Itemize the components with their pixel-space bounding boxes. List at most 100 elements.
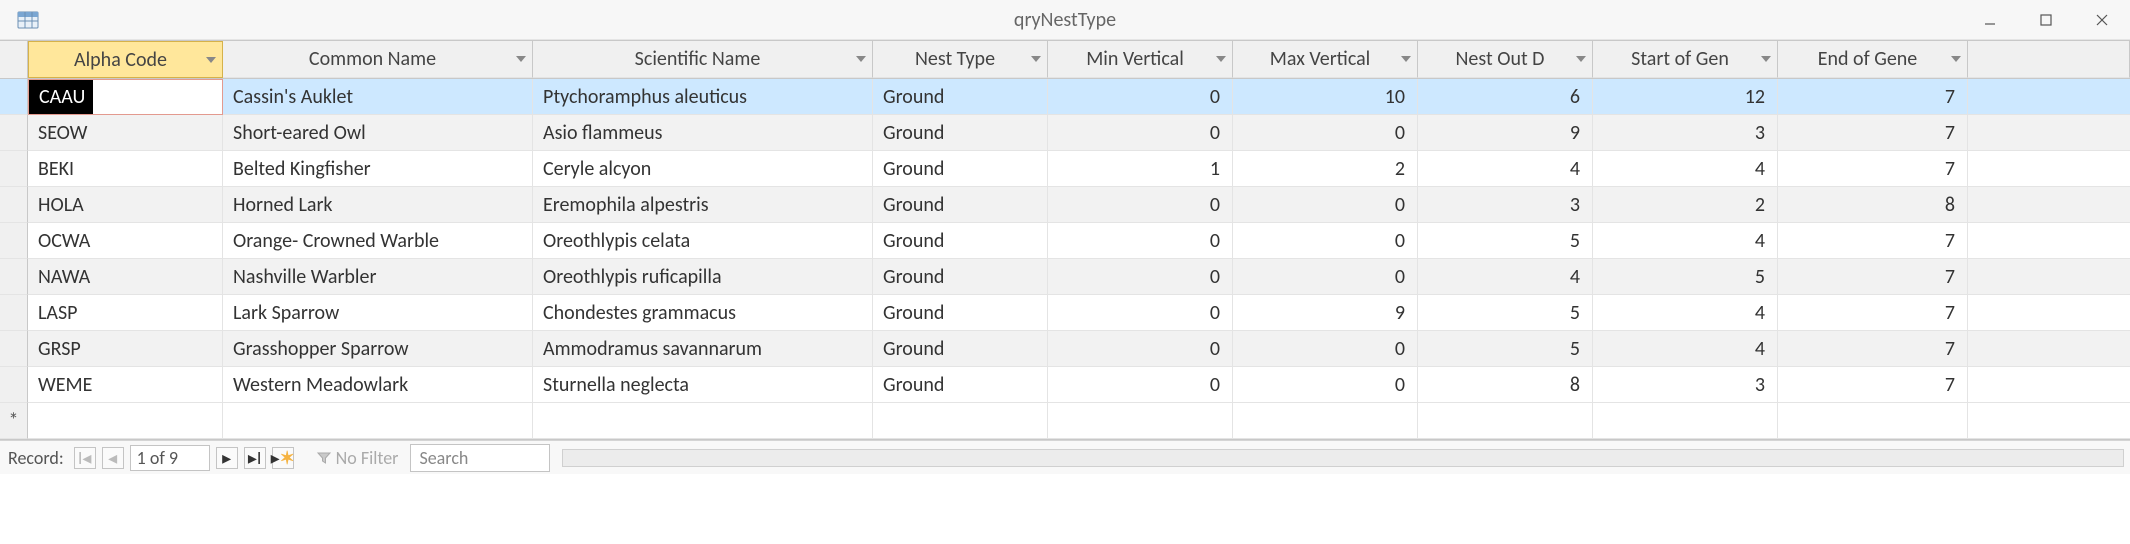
cell-min-vertical[interactable]: 0	[1048, 79, 1233, 115]
cell-common-name[interactable]: Lark Sparrow	[223, 295, 533, 331]
col-header-min-vertical[interactable]: Min Vertical	[1048, 41, 1233, 78]
row-selector[interactable]	[0, 295, 28, 331]
cell-nest-out-d[interactable]: 8	[1418, 367, 1593, 403]
maximize-button[interactable]	[2018, 0, 2074, 40]
cell-nest-out-d[interactable]: 4	[1418, 259, 1593, 295]
cell-end-of-gene[interactable]: 7	[1778, 79, 1968, 115]
table-row[interactable]: GRSPGrasshopper SparrowAmmodramus savann…	[0, 331, 2130, 367]
col-header-max-vertical[interactable]: Max Vertical	[1233, 41, 1418, 78]
cell-alpha-code[interactable]: NAWA	[28, 259, 223, 295]
col-header-common-name[interactable]: Common Name	[223, 41, 533, 78]
cell-max-vertical[interactable]: 9	[1233, 295, 1418, 331]
table-row[interactable]: WEMEWestern MeadowlarkSturnella neglecta…	[0, 367, 2130, 403]
cell-start-of-gen[interactable]: 12	[1593, 79, 1778, 115]
cell-start-of-gen[interactable]: 2	[1593, 187, 1778, 223]
cell-end-of-gene[interactable]: 7	[1778, 223, 1968, 259]
cell-start-of-gen[interactable]: 4	[1593, 151, 1778, 187]
row-selector[interactable]	[0, 115, 28, 151]
new-cell[interactable]	[223, 403, 533, 439]
select-all-corner[interactable]	[0, 41, 28, 78]
table-row[interactable]: OCWAOrange- Crowned WarbleOreothlypis ce…	[0, 223, 2130, 259]
new-record-row[interactable]: *	[0, 403, 2130, 439]
new-cell[interactable]	[1593, 403, 1778, 439]
cell-max-vertical[interactable]: 0	[1233, 259, 1418, 295]
cell-max-vertical[interactable]: 0	[1233, 331, 1418, 367]
cell-alpha-code[interactable]: BEKI	[28, 151, 223, 187]
table-row[interactable]: BEKIBelted KingfisherCeryle alcyonGround…	[0, 151, 2130, 187]
cell-end-of-gene[interactable]: 7	[1778, 115, 1968, 151]
col-header-scientific-name[interactable]: Scientific Name	[533, 41, 873, 78]
cell-alpha-code[interactable]: LASP	[28, 295, 223, 331]
cell-start-of-gen[interactable]: 3	[1593, 115, 1778, 151]
new-cell[interactable]	[1233, 403, 1418, 439]
cell-alpha-code[interactable]: GRSP	[28, 331, 223, 367]
table-row[interactable]: HOLAHorned LarkEremophila alpestrisGroun…	[0, 187, 2130, 223]
cell-max-vertical[interactable]: 0	[1233, 187, 1418, 223]
horizontal-scrollbar[interactable]	[562, 449, 2124, 467]
cell-alpha-code[interactable]: CAAU	[28, 79, 223, 115]
cell-nest-type[interactable]: Ground	[873, 151, 1048, 187]
new-cell[interactable]	[873, 403, 1048, 439]
cell-min-vertical[interactable]: 0	[1048, 187, 1233, 223]
cell-end-of-gene[interactable]: 7	[1778, 331, 1968, 367]
last-record-button[interactable]: ▸I	[244, 447, 266, 469]
cell-end-of-gene[interactable]: 8	[1778, 187, 1968, 223]
row-selector[interactable]	[0, 79, 28, 115]
cell-start-of-gen[interactable]: 4	[1593, 295, 1778, 331]
row-selector[interactable]	[0, 367, 28, 403]
cell-common-name[interactable]: Nashville Warbler	[223, 259, 533, 295]
cell-nest-type[interactable]: Ground	[873, 367, 1048, 403]
col-header-alpha-code[interactable]: Alpha Code	[28, 41, 223, 78]
cell-nest-out-d[interactable]: 6	[1418, 79, 1593, 115]
cell-nest-out-d[interactable]: 9	[1418, 115, 1593, 151]
cell-alpha-code[interactable]: OCWA	[28, 223, 223, 259]
first-record-button[interactable]: I◂	[74, 447, 96, 469]
col-header-start-of-gen[interactable]: Start of Gen	[1593, 41, 1778, 78]
cell-common-name[interactable]: Cassin's Auklet	[223, 79, 533, 115]
cell-nest-type[interactable]: Ground	[873, 187, 1048, 223]
cell-common-name[interactable]: Belted Kingfisher	[223, 151, 533, 187]
cell-common-name[interactable]: Orange- Crowned Warble	[223, 223, 533, 259]
cell-common-name[interactable]: Short-eared Owl	[223, 115, 533, 151]
cell-nest-type[interactable]: Ground	[873, 115, 1048, 151]
next-record-button[interactable]: ▸	[216, 447, 238, 469]
row-selector[interactable]	[0, 331, 28, 367]
cell-end-of-gene[interactable]: 7	[1778, 295, 1968, 331]
cell-end-of-gene[interactable]: 7	[1778, 259, 1968, 295]
cell-nest-type[interactable]: Ground	[873, 331, 1048, 367]
row-selector[interactable]	[0, 223, 28, 259]
table-row[interactable]: CAAUCassin's AukletPtychoramphus aleutic…	[0, 79, 2130, 115]
table-row[interactable]: LASPLark SparrowChondestes grammacusGrou…	[0, 295, 2130, 331]
cell-start-of-gen[interactable]: 4	[1593, 331, 1778, 367]
cell-end-of-gene[interactable]: 7	[1778, 367, 1968, 403]
cell-alpha-code[interactable]: HOLA	[28, 187, 223, 223]
row-selector[interactable]	[0, 187, 28, 223]
cell-nest-type[interactable]: Ground	[873, 223, 1048, 259]
new-cell[interactable]	[1418, 403, 1593, 439]
minimize-button[interactable]	[1962, 0, 2018, 40]
cell-max-vertical[interactable]: 10	[1233, 79, 1418, 115]
cell-nest-type[interactable]: Ground	[873, 79, 1048, 115]
cell-nest-type[interactable]: Ground	[873, 295, 1048, 331]
cell-max-vertical[interactable]: 0	[1233, 367, 1418, 403]
cell-start-of-gen[interactable]: 3	[1593, 367, 1778, 403]
table-row[interactable]: SEOWShort-eared OwlAsio flammeusGround00…	[0, 115, 2130, 151]
cell-alpha-code[interactable]: WEME	[28, 367, 223, 403]
cell-nest-out-d[interactable]: 5	[1418, 223, 1593, 259]
cell-min-vertical[interactable]: 0	[1048, 259, 1233, 295]
cell-alpha-code[interactable]: SEOW	[28, 115, 223, 151]
active-edit-value[interactable]: CAAU	[29, 80, 93, 114]
col-header-nest-type[interactable]: Nest Type	[873, 41, 1048, 78]
cell-scientific-name[interactable]: Oreothlypis celata	[533, 223, 873, 259]
col-header-nest-out-d[interactable]: Nest Out D	[1418, 41, 1593, 78]
cell-scientific-name[interactable]: Sturnella neglecta	[533, 367, 873, 403]
cell-scientific-name[interactable]: Chondestes grammacus	[533, 295, 873, 331]
cell-scientific-name[interactable]: Ammodramus savannarum	[533, 331, 873, 367]
cell-scientific-name[interactable]: Eremophila alpestris	[533, 187, 873, 223]
cell-nest-type[interactable]: Ground	[873, 259, 1048, 295]
cell-scientific-name[interactable]: Asio flammeus	[533, 115, 873, 151]
close-button[interactable]	[2074, 0, 2130, 40]
row-selector[interactable]	[0, 259, 28, 295]
cell-scientific-name[interactable]: Oreothlypis ruficapilla	[533, 259, 873, 295]
cell-start-of-gen[interactable]: 4	[1593, 223, 1778, 259]
